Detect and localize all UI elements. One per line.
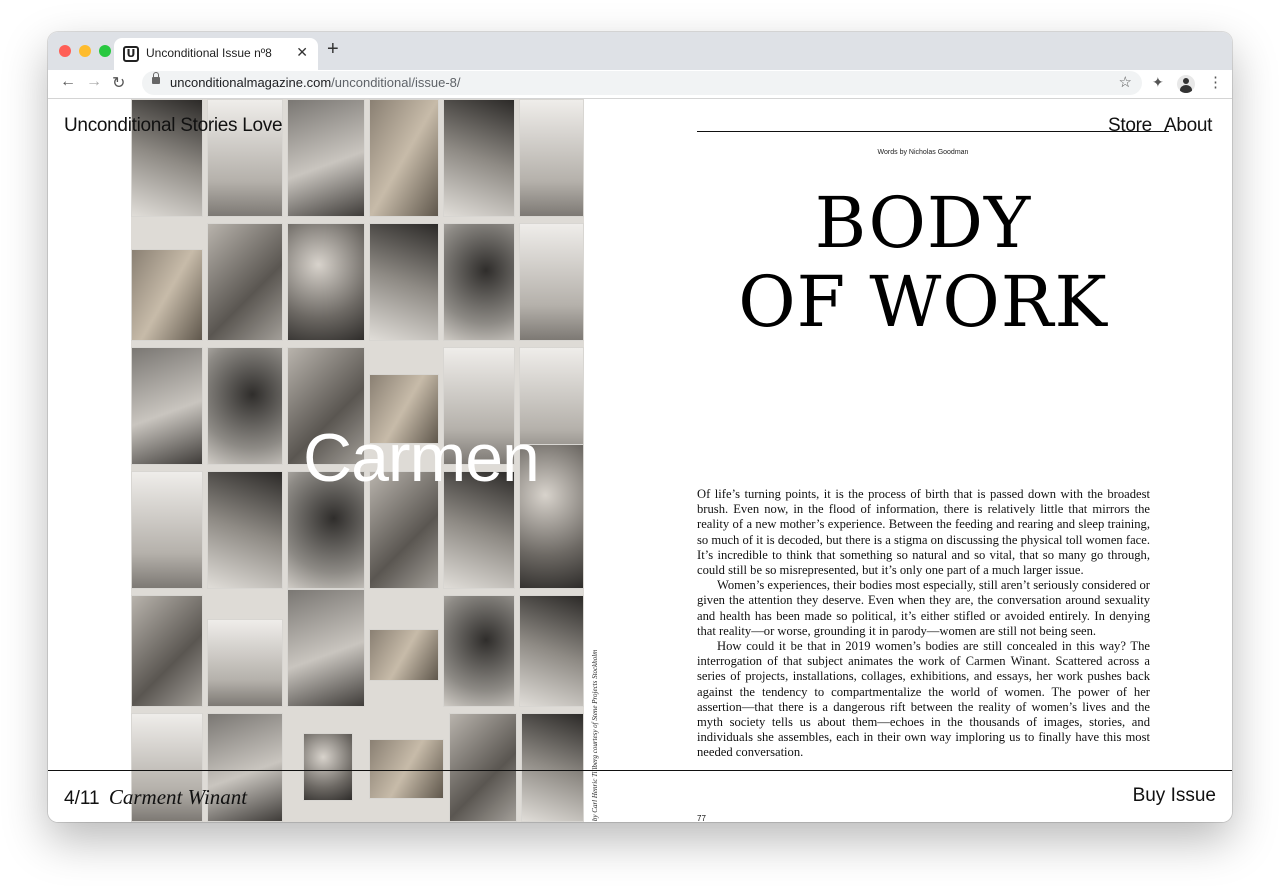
site-favicon-icon: U [123,46,139,62]
nav-about-link[interactable]: About [1164,115,1212,137]
artist-name[interactable]: Carment Winant [109,785,247,809]
lock-icon [152,72,160,84]
collage-photo [207,619,283,707]
headline-line: OF WORK [738,261,1108,343]
photo-collage: Carmen [131,99,584,822]
article-headline: BODY OF WORK [698,184,1148,342]
collage-photo [449,713,517,822]
story-counter: 4/11 [64,788,100,809]
collage-photo [131,249,203,341]
collage-photo [131,347,203,465]
artist-name-overlay: Carmen [303,420,540,496]
headline-line: BODY [814,182,1032,264]
browser-toolbar: ← → ↻ unconditionalmagazine.com/uncondit… [48,70,1232,99]
page-content: Carmen Photographs by Carl Henric Tillbe… [48,99,1232,822]
collage-photo [521,713,584,822]
byline: Words by Nicholas Goodman [877,149,969,156]
collage-photo [207,347,283,465]
article-body: Of life’s turning points, it is the proc… [697,487,1150,761]
photo-credit: Photographs by Carl Henric Tillberg cour… [591,649,599,822]
collage-photo [369,739,444,799]
collage-photo [131,471,203,589]
site-title-link[interactable]: Unconditional Stories Love [64,115,283,137]
more-menu-icon[interactable]: ⋮ [1208,73,1223,91]
collage-photo [443,595,515,707]
close-icon[interactable]: ✕ [296,44,308,61]
collage-photo [369,223,439,341]
footer-pager: 4/11 Carment Winant [64,785,247,810]
collage-photo [207,471,283,589]
body-paragraph: How could it be that in 2019 women’s bod… [697,639,1150,760]
collage-photo [207,223,283,341]
tab-title: Unconditional Issue nº8 [146,46,272,60]
extensions-icon[interactable]: ✦ [1152,74,1164,91]
window-controls [59,45,111,57]
collage-photo [369,99,439,217]
footer-divider [48,770,1232,771]
forward-arrow-icon[interactable]: → [86,73,102,91]
url-path: /unconditional/issue-8/ [331,75,461,90]
page-number: 77 [697,814,706,822]
nav-store-link[interactable]: Store [1108,115,1152,137]
close-window-button[interactable] [59,45,71,57]
address-bar[interactable]: unconditionalmagazine.com/unconditional/… [142,71,1142,95]
collage-photo [519,595,584,707]
profile-icon[interactable] [1177,75,1195,93]
collage-photo [443,99,515,217]
collage-photo [369,629,439,681]
body-paragraph: Of life’s turning points, it is the proc… [697,487,1150,578]
buy-issue-link[interactable]: Buy Issue [1133,785,1216,807]
active-tab[interactable]: U Unconditional Issue nº8 ✕ [114,38,318,70]
url-text: unconditionalmagazine.com/unconditional/… [170,75,461,90]
collage-photo [287,589,365,707]
collage-photo [443,223,515,341]
collage-photo [287,223,365,341]
collage-photo [519,99,584,217]
minimize-window-button[interactable] [79,45,91,57]
collage-photo [519,223,584,341]
collage-photo [303,733,353,801]
url-domain: unconditionalmagazine.com [170,75,332,90]
reload-icon[interactable]: ↻ [112,73,125,93]
collage-photo [287,99,365,217]
zoom-window-button[interactable] [99,45,111,57]
divider [697,131,1169,132]
star-icon[interactable]: ☆ [1119,73,1132,91]
body-paragraph: Women’s experiences, their bodies most e… [697,578,1151,638]
collage-photo [131,595,203,707]
back-arrow-icon[interactable]: ← [60,73,76,91]
browser-window: U Unconditional Issue nº8 ✕ + ← → ↻ unco… [48,32,1232,822]
plus-icon[interactable]: + [327,38,339,61]
tab-strip: U Unconditional Issue nº8 ✕ + [48,32,1232,70]
